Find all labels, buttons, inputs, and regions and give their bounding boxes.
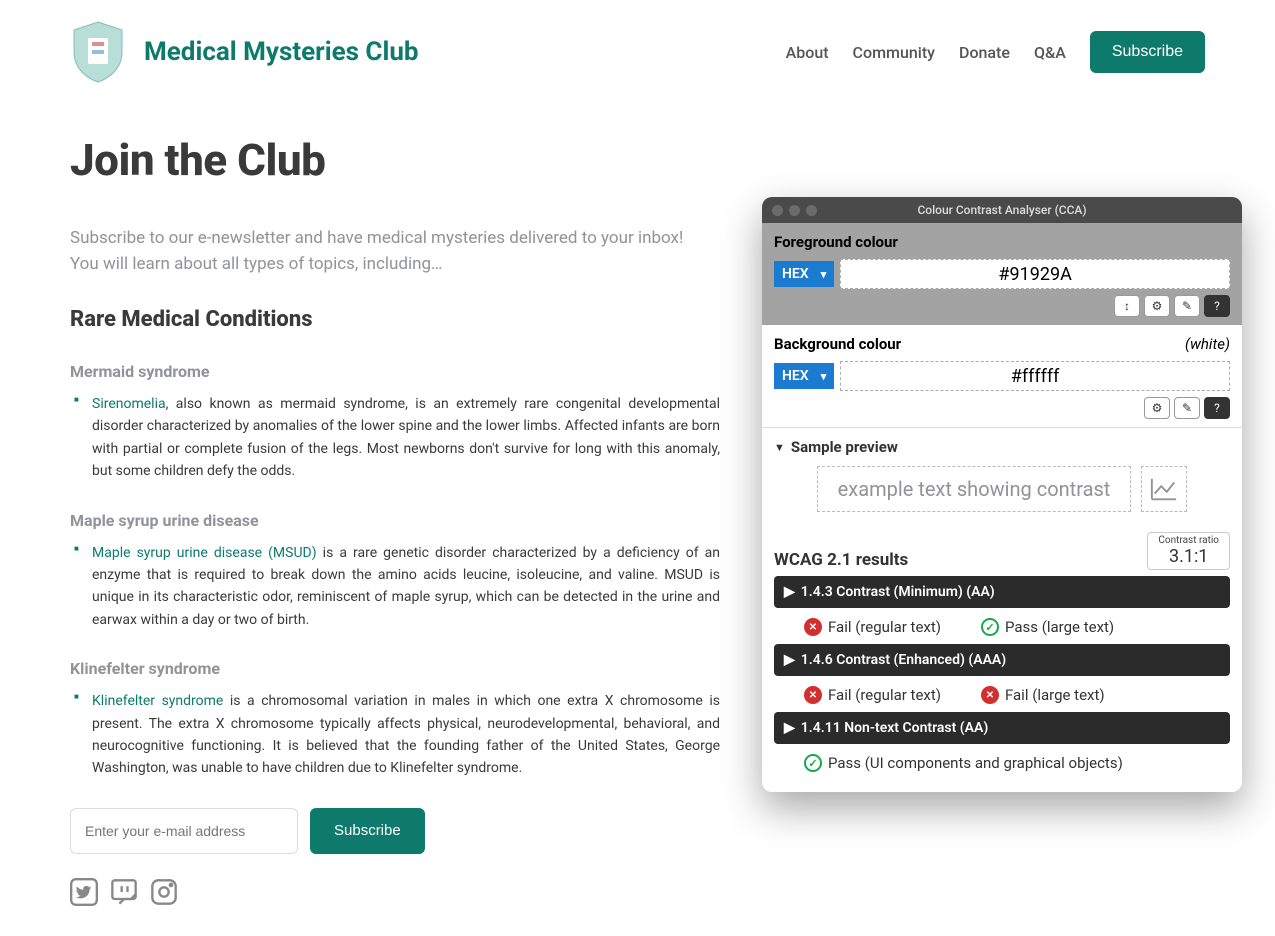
- subscribe-button-form[interactable]: Subscribe: [310, 808, 425, 854]
- main-nav: About Community Donate Q&A Subscribe: [786, 31, 1205, 73]
- result-row: Fail (regular text) Pass (large text): [774, 610, 1230, 644]
- link-sirenomelia[interactable]: Sirenomelia: [92, 396, 166, 412]
- pass-icon: [804, 754, 822, 772]
- chevron-down-icon: ▾: [821, 268, 827, 281]
- email-field[interactable]: [70, 808, 298, 854]
- condition-maple-list: Maple syrup urine disease (MSUD) is a ra…: [70, 542, 730, 632]
- bg-input-row: HEX▾ #ffffff: [774, 361, 1230, 391]
- instagram-icon[interactable]: [150, 878, 178, 906]
- intro-text: Subscribe to our e-newsletter and have m…: [70, 226, 710, 277]
- result-row: Fail (regular text) Fail (large text): [774, 678, 1230, 712]
- cca-titlebar[interactable]: Colour Contrast Analyser (CCA): [762, 197, 1242, 223]
- sample-section: ▼Sample preview example text showing con…: [762, 427, 1242, 526]
- bg-color-input[interactable]: #ffffff: [840, 361, 1230, 391]
- link-msud[interactable]: Maple syrup urine disease (MSUD): [92, 545, 317, 561]
- condition-mermaid-name: Mermaid syndrome: [70, 362, 730, 381]
- logo[interactable]: Medical Mysteries Club: [70, 20, 419, 84]
- help-icon[interactable]: ?: [1204, 295, 1230, 317]
- disclosure-right-icon: ▶: [784, 652, 795, 668]
- twitter-icon[interactable]: [70, 878, 98, 906]
- pass-icon: [981, 618, 999, 636]
- condition-klinefelter-list: Klinefelter syndrome is a chromosomal va…: [70, 690, 730, 780]
- list-item: Maple syrup urine disease (MSUD) is a ra…: [80, 542, 720, 632]
- ratio-value: 3.1:1: [1158, 546, 1219, 567]
- header: Medical Mysteries Club About Community D…: [0, 0, 1275, 104]
- bg-label: Background colour(white): [774, 335, 1230, 353]
- fail-icon: [804, 618, 822, 636]
- disclosure-right-icon: ▶: [784, 584, 795, 600]
- condition-maple-name: Maple syrup urine disease: [70, 511, 730, 530]
- subscribe-row: Subscribe: [70, 808, 730, 854]
- nav-community[interactable]: Community: [853, 43, 935, 62]
- sample-text: example text showing contrast: [817, 466, 1132, 512]
- logo-badge-icon: [70, 20, 126, 84]
- section-heading: Rare Medical Conditions: [70, 307, 730, 332]
- cca-title: Colour Contrast Analyser (CCA): [762, 203, 1242, 217]
- sample-header[interactable]: ▼Sample preview: [774, 438, 1230, 456]
- background-section: Background colour(white) HEX▾ #ffffff ⚙ …: [762, 325, 1242, 427]
- chevron-down-icon: ▾: [821, 370, 827, 383]
- bg-toolbar: ⚙ ✎ ?: [774, 397, 1230, 419]
- condition-mermaid-list: Sirenomelia, also known as mermaid syndr…: [70, 393, 730, 483]
- result-row: Pass (UI components and graphical object…: [774, 746, 1230, 780]
- main-content: Join the Club Subscribe to our e-newslet…: [0, 104, 800, 936]
- disclosure-triangle-icon: ▼: [774, 441, 785, 454]
- fg-label: Foreground colour: [774, 233, 1230, 251]
- eyedropper-icon[interactable]: ✎: [1174, 295, 1200, 317]
- nav-about[interactable]: About: [786, 43, 829, 62]
- social-icons: [70, 878, 730, 906]
- subscribe-button[interactable]: Subscribe: [1090, 31, 1205, 73]
- fg-color-input[interactable]: #91929A: [840, 259, 1230, 289]
- sliders-icon[interactable]: ⚙: [1144, 295, 1170, 317]
- results-section: WCAG 2.1 results Contrast ratio 3.1:1 ▶1…: [762, 526, 1242, 792]
- nav-donate[interactable]: Donate: [959, 43, 1010, 62]
- help-icon[interactable]: ?: [1204, 397, 1230, 419]
- fail-icon: [804, 686, 822, 704]
- twitch-icon[interactable]: [110, 878, 138, 906]
- result-head[interactable]: ▶1.4.3 Contrast (Minimum) (AA): [774, 576, 1230, 608]
- list-item: Sirenomelia, also known as mermaid syndr…: [80, 393, 720, 483]
- sample-row: example text showing contrast: [774, 466, 1230, 512]
- list-item: Klinefelter syndrome is a chromosomal va…: [80, 690, 720, 780]
- result-item: Fail (regular text): [804, 618, 941, 636]
- ratio-label: Contrast ratio: [1158, 535, 1219, 546]
- fg-format-select[interactable]: HEX▾: [774, 261, 834, 287]
- condition-klinefelter-name: Klinefelter syndrome: [70, 659, 730, 678]
- nav-qa[interactable]: Q&A: [1034, 43, 1066, 62]
- result-item: Fail (regular text): [804, 686, 941, 704]
- result-item: Pass (UI components and graphical object…: [804, 754, 1123, 772]
- result-item: Pass (large text): [981, 618, 1114, 636]
- link-klinefelter[interactable]: Klinefelter syndrome: [92, 693, 223, 709]
- cca-window: Colour Contrast Analyser (CCA) Foregroun…: [762, 197, 1242, 792]
- fg-input-row: HEX▾ #91929A: [774, 259, 1230, 289]
- result-nontext: ▶1.4.11 Non-text Contrast (AA) Pass (UI …: [774, 712, 1230, 780]
- sliders-icon[interactable]: ⚙: [1144, 397, 1170, 419]
- fail-icon: [981, 686, 999, 704]
- result-aa-min: ▶1.4.3 Contrast (Minimum) (AA) Fail (reg…: [774, 576, 1230, 644]
- fg-toolbar: ↕ ⚙ ✎ ?: [774, 295, 1230, 317]
- site-title: Medical Mysteries Club: [144, 37, 419, 67]
- eyedropper-icon[interactable]: ✎: [1174, 397, 1200, 419]
- page-title: Join the Club: [70, 134, 730, 186]
- bg-format-select[interactable]: HEX▾: [774, 363, 834, 389]
- swap-icon[interactable]: ↕: [1114, 295, 1140, 317]
- chart-icon: [1141, 466, 1187, 512]
- result-head[interactable]: ▶1.4.6 Contrast (Enhanced) (AAA): [774, 644, 1230, 676]
- foreground-section: Foreground colour HEX▾ #91929A ↕ ⚙ ✎ ?: [762, 223, 1242, 325]
- condition-text: , also known as mermaid syndrome, is an …: [92, 396, 720, 479]
- white-note: (white): [1185, 335, 1230, 353]
- result-item: Fail (large text): [981, 686, 1105, 704]
- results-title: WCAG 2.1 results: [774, 550, 908, 570]
- result-head[interactable]: ▶1.4.11 Non-text Contrast (AA): [774, 712, 1230, 744]
- disclosure-right-icon: ▶: [784, 720, 795, 736]
- results-header: WCAG 2.1 results Contrast ratio 3.1:1: [774, 532, 1230, 570]
- result-aaa: ▶1.4.6 Contrast (Enhanced) (AAA) Fail (r…: [774, 644, 1230, 712]
- ratio-box: Contrast ratio 3.1:1: [1147, 532, 1230, 570]
